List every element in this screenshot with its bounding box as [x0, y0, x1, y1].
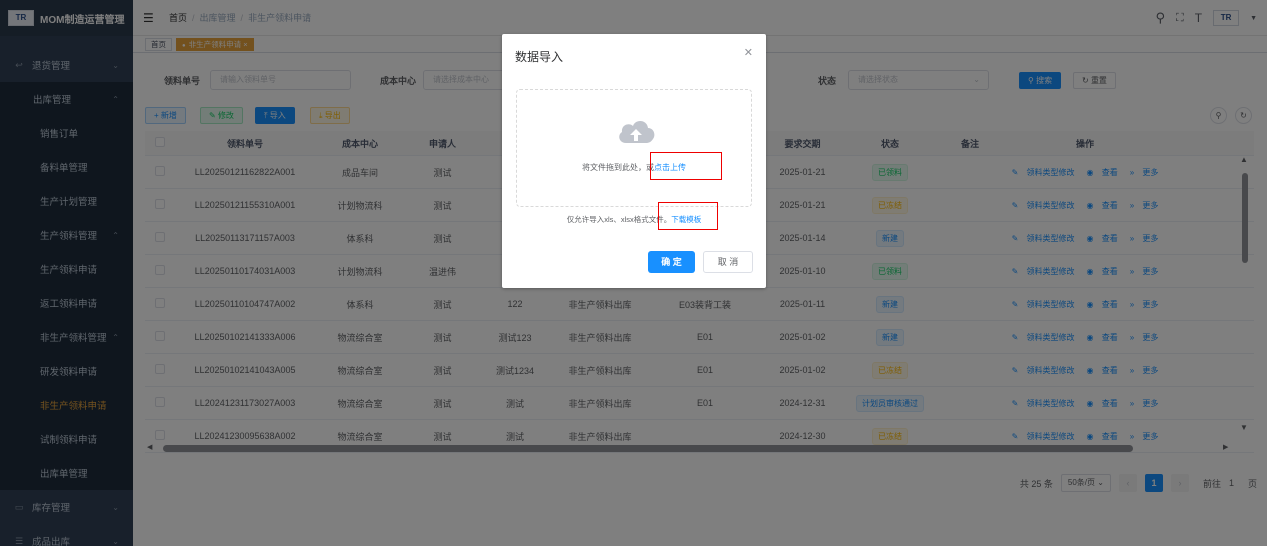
- tip-text: 仅允许导入xls、xlsx格式文件。: [566, 215, 672, 224]
- highlight-box-template: [658, 202, 718, 230]
- dialog-title: 数据导入: [515, 50, 564, 64]
- close-icon[interactable]: ✕: [744, 46, 753, 59]
- file-type-tip: 仅允许导入xls、xlsx格式文件。下载模板: [502, 214, 766, 225]
- highlight-box-upload: [650, 152, 722, 180]
- confirm-button[interactable]: 确 定: [648, 251, 695, 273]
- drop-hint: 将文件拖到此处，或: [582, 163, 654, 172]
- cloud-upload-icon: [619, 120, 655, 143]
- cancel-button[interactable]: 取 消: [703, 251, 753, 273]
- upload-dropzone[interactable]: 将文件拖到此处，或点击上传: [516, 89, 752, 207]
- import-dialog: 数据导入 ✕ 将文件拖到此处，或点击上传 仅允许导入xls、xlsx格式文件。下…: [502, 34, 766, 288]
